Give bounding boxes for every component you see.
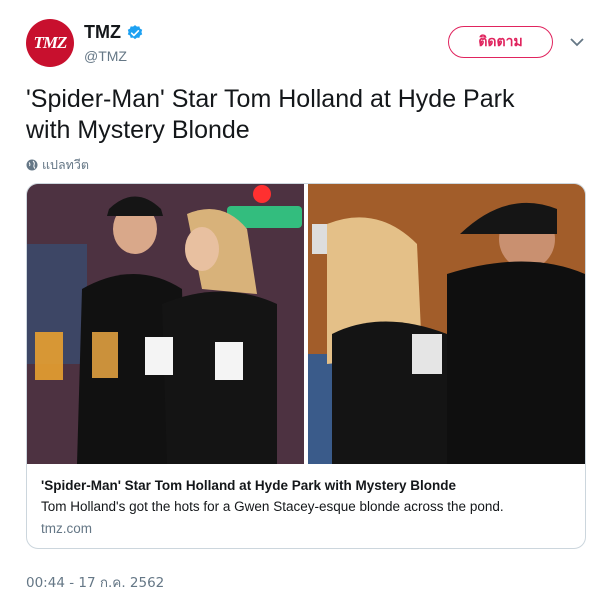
- tweet-text-line-2: with Mystery Blonde: [26, 116, 250, 144]
- verified-badge-icon: [127, 24, 143, 39]
- display-name[interactable]: TMZ: [84, 22, 121, 43]
- tweet-text-line-1: 'Spider-Man' Star Tom Holland at Hyde Pa…: [26, 85, 515, 113]
- author-name-row: TMZ: [84, 22, 144, 43]
- globe-icon: [26, 159, 38, 171]
- link-card[interactable]: 'Spider-Man' Star Tom Holland at Hyde Pa…: [26, 183, 586, 549]
- translate-label: แปลทวีต: [42, 157, 90, 172]
- tweet-timestamp[interactable]: 00:44 - 17 ก.ค. 2562: [26, 571, 164, 593]
- chevron-down-icon[interactable]: [570, 37, 584, 47]
- card-domain: tmz.com: [41, 521, 93, 536]
- card-title[interactable]: 'Spider-Man' Star Tom Holland at Hyde Pa…: [41, 478, 456, 493]
- avatar[interactable]: TMZ: [26, 19, 74, 67]
- card-description: Tom Holland's got the hots for a Gwen St…: [41, 499, 504, 514]
- user-handle[interactable]: @TMZ: [84, 48, 127, 64]
- translate-tweet-link[interactable]: แปลทวีต: [26, 155, 89, 175]
- avatar-logo-text: TMZ: [33, 33, 68, 52]
- tweet-text: 'Spider-Man' Star Tom Holland at Hyde Pa…: [26, 84, 586, 146]
- follow-button[interactable]: ติดตาม: [448, 26, 553, 58]
- card-photo: [27, 184, 585, 464]
